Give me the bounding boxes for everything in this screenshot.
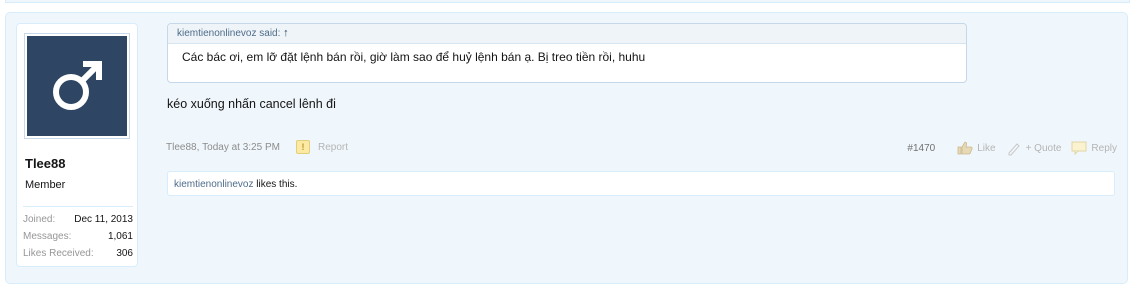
user-stats: Joined: Dec 11, 2013 Messages: 1,061 Lik… [23, 206, 133, 262]
quote-author-link[interactable]: kiemtienonlinevoz said: [177, 28, 280, 39]
reply-icon [1071, 141, 1087, 155]
report-button[interactable]: ! Report [295, 140, 348, 154]
likes-suffix: likes this. [253, 179, 298, 190]
stat-label: Messages: [23, 231, 72, 242]
quote-attribution: kiemtienonlinevoz said: ↑ [168, 24, 966, 44]
forum-post: Tlee88 Member Joined: Dec 11, 2013 Messa… [5, 12, 1128, 284]
quote-text: Các bác ơi, em lỡ đặt lệnh bán rồi, giờ … [182, 50, 646, 64]
stat-label: Joined: [23, 214, 56, 225]
reply-label: Reply [1091, 142, 1117, 154]
go-to-quote-icon[interactable]: ↑ [283, 27, 289, 39]
stat-value: Dec 11, 2013 [74, 214, 133, 225]
stat-messages: Messages: 1,061 [23, 228, 133, 245]
user-title: Member [25, 179, 66, 191]
post-meta: Tlee88, Today at 3:25 PM ! Report [166, 140, 348, 154]
quote-label: + Quote [1025, 142, 1062, 154]
liker-link[interactable]: kiemtienonlinevoz [174, 179, 254, 190]
like-label: Like [977, 142, 996, 154]
stat-joined: Joined: Dec 11, 2013 [23, 211, 133, 228]
likes-summary: kiemtienonlinevoz likes this. [167, 171, 1115, 196]
report-icon: ! [295, 140, 310, 154]
post-actions: #1470 Like + Quote Reply [907, 140, 1117, 156]
reply-button[interactable]: Reply [1071, 141, 1117, 155]
previous-post-edge [5, 0, 1130, 3]
quote-block: kiemtienonlinevoz said: ↑ Các bác ơi, em… [167, 23, 967, 83]
report-label: Report [317, 141, 348, 153]
post-time[interactable]: Today at 3:25 PM [202, 142, 280, 153]
stat-label: Likes Received: [23, 248, 94, 259]
message-text: kéo xuống nhấn cancel lênh đi [167, 97, 336, 111]
quote-button[interactable]: + Quote [1006, 140, 1062, 156]
male-symbol-icon [53, 61, 102, 110]
thumbs-up-icon [957, 141, 973, 155]
avatar[interactable] [25, 34, 129, 138]
stat-value: 306 [116, 248, 133, 259]
username-link[interactable]: Tlee88 [25, 156, 65, 171]
post-author-link[interactable]: Tlee88 [166, 142, 197, 153]
quote-icon [1008, 143, 1020, 156]
post-number-link[interactable]: #1470 [907, 143, 935, 154]
user-info-panel: Tlee88 Member Joined: Dec 11, 2013 Messa… [16, 23, 138, 267]
stat-likes-received: Likes Received: 306 [23, 245, 133, 262]
like-button[interactable]: Like [957, 141, 996, 155]
stat-value[interactable]: 1,061 [108, 228, 133, 245]
